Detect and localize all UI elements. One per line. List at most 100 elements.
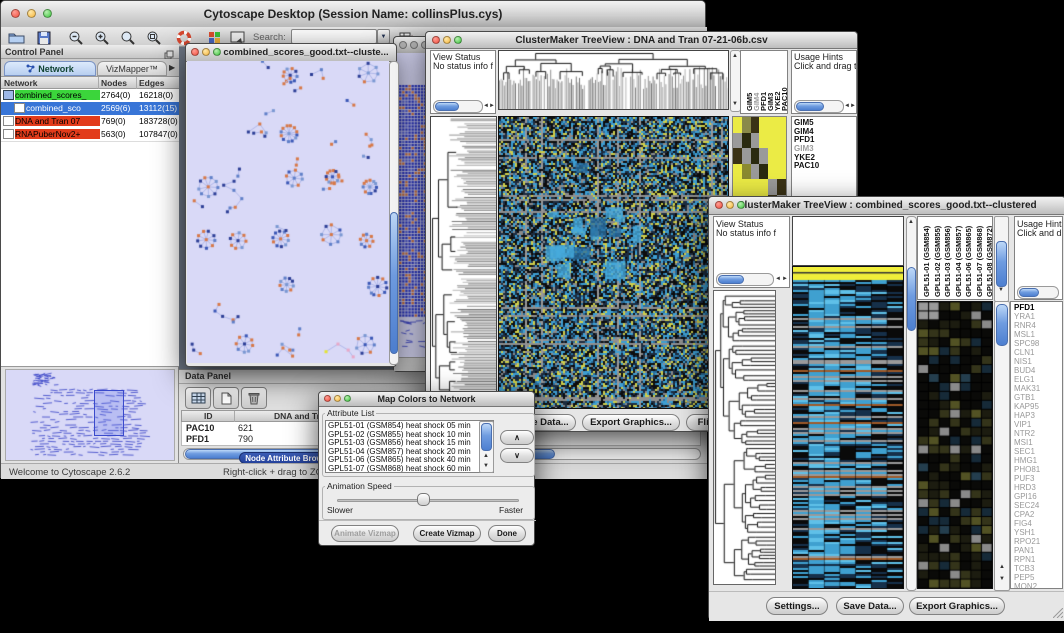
usage-hints-hscrollbar[interactable] bbox=[794, 100, 844, 113]
gene-label[interactable]: MAK31 bbox=[1014, 384, 1062, 393]
attribute-list-vscrollbar[interactable]: ▲ ▼ bbox=[479, 421, 494, 473]
column-label[interactable]: GPL51-08 (GSM872) bbox=[985, 226, 993, 297]
network-list-row[interactable]: combined_sco 2569(6) 13112(15) bbox=[1, 102, 179, 115]
attribute-list-item[interactable]: GPL51-02 (GSM855) heat shock 10 min bbox=[328, 431, 493, 440]
close-icon[interactable] bbox=[191, 48, 199, 56]
gene-label[interactable]: PUF3 bbox=[1014, 474, 1062, 483]
search-dropdown-icon[interactable]: ▼ bbox=[377, 29, 390, 44]
zoom-matrix-cell[interactable] bbox=[733, 117, 742, 133]
gene-label[interactable]: PFD1 bbox=[1014, 303, 1062, 312]
network1-view[interactable] bbox=[187, 61, 389, 363]
scroll-right-icon[interactable]: ► bbox=[489, 103, 495, 109]
gene-label[interactable]: NTR2 bbox=[1014, 429, 1062, 438]
gene-label[interactable]: SEC24 bbox=[1014, 501, 1062, 510]
gene-label[interactable]: RNR4 bbox=[1014, 321, 1062, 330]
heatmap-canvas[interactable] bbox=[793, 267, 903, 588]
gene-label[interactable]: KAP95 bbox=[1014, 402, 1062, 411]
gene-label[interactable]: SPC98 bbox=[1014, 339, 1062, 348]
zoom-matrix-cell[interactable] bbox=[777, 148, 786, 164]
close-icon[interactable] bbox=[432, 36, 440, 44]
scroll-up-icon[interactable]: ▲ bbox=[483, 453, 489, 459]
view-status-hscrollbar[interactable] bbox=[433, 100, 483, 113]
column-label[interactable]: GPL51-01 (GSM854) bbox=[922, 226, 931, 297]
heatmap-panel[interactable] bbox=[792, 266, 904, 589]
treeview-combined-titlebar[interactable]: ClusterMaker TreeView : combined_scores_… bbox=[709, 197, 1064, 215]
animate-vizmap-button[interactable]: Animate Vizmap bbox=[331, 525, 399, 542]
scroll-up-icon[interactable]: ▲ bbox=[908, 219, 914, 225]
tab-vizmapper[interactable]: VizMapper™ bbox=[97, 61, 167, 76]
scrollbar-thumb[interactable] bbox=[390, 212, 398, 354]
gene-label[interactable]: YRA1 bbox=[1014, 312, 1062, 321]
save-data-button[interactable]: Save Data... bbox=[836, 597, 904, 615]
overview-viewport-rect[interactable] bbox=[94, 390, 124, 436]
zoom-window-icon[interactable] bbox=[344, 395, 351, 402]
gene-label[interactable]: MON2 bbox=[1014, 582, 1062, 589]
zoom-in-icon[interactable] bbox=[93, 29, 111, 46]
attribute-list-item[interactable]: GPL51-03 (GSM856) heat shock 15 min bbox=[328, 439, 493, 448]
zoom-matrix-cell[interactable] bbox=[751, 148, 760, 164]
scrollbar-thumb[interactable] bbox=[996, 241, 1007, 287]
row-label[interactable]: PFD1 bbox=[794, 136, 856, 145]
network-list-empty-area[interactable] bbox=[1, 141, 179, 367]
new-attribute-button[interactable] bbox=[213, 387, 239, 409]
gene-label[interactable]: ELG1 bbox=[1014, 375, 1062, 384]
close-icon[interactable] bbox=[11, 9, 20, 18]
settings-button[interactable]: Settings... bbox=[766, 597, 828, 615]
column-label[interactable]: GPL51-02 (GSM855) bbox=[933, 226, 942, 297]
move-up-button[interactable]: ∧ bbox=[500, 430, 534, 445]
minimize-icon[interactable] bbox=[410, 41, 418, 49]
scrollbar-thumb[interactable] bbox=[718, 275, 744, 284]
gene-label[interactable]: CPA2 bbox=[1014, 510, 1062, 519]
gene-label[interactable]: YSH1 bbox=[1014, 528, 1062, 537]
usage-hints-hscrollbar[interactable] bbox=[1017, 286, 1059, 299]
tab-network[interactable]: Network bbox=[4, 61, 96, 76]
zoom-matrix-cell[interactable] bbox=[768, 117, 777, 133]
scroll-left-icon[interactable]: ◄ bbox=[775, 276, 781, 282]
close-icon[interactable] bbox=[324, 395, 331, 402]
network1-vscrollbar[interactable] bbox=[389, 61, 399, 365]
labels-vscrollbar[interactable]: ▼ bbox=[994, 216, 1009, 302]
network-list-row[interactable]: combined_scores_ 2764(0) 16218(0) bbox=[1, 89, 179, 102]
gene-label[interactable]: PAN1 bbox=[1014, 546, 1062, 555]
data-row-id[interactable]: PFD1 bbox=[186, 434, 209, 444]
row-label[interactable]: GIM5 bbox=[794, 119, 856, 128]
data-row-value[interactable]: 790 bbox=[238, 434, 253, 444]
column-label[interactable]: PAC10 bbox=[780, 87, 788, 111]
gene-label[interactable]: SEC1 bbox=[1014, 447, 1062, 456]
zoom-matrix-cell[interactable] bbox=[759, 133, 768, 149]
attribute-list-item[interactable]: GPL51-01 (GSM854) heat shock 05 min bbox=[328, 422, 493, 431]
minimize-icon[interactable] bbox=[27, 9, 36, 18]
minimize-icon[interactable] bbox=[726, 201, 734, 209]
gene-label[interactable]: GTB1 bbox=[1014, 393, 1062, 402]
data-row-value[interactable]: 621 bbox=[238, 423, 253, 433]
zoom-matrix-cell[interactable] bbox=[777, 164, 786, 180]
scroll-down-icon[interactable]: ▼ bbox=[998, 287, 1004, 293]
gene-label[interactable]: RPO21 bbox=[1014, 537, 1062, 546]
resize-grip-icon[interactable] bbox=[1053, 608, 1063, 618]
gene-label[interactable]: NIS1 bbox=[1014, 357, 1062, 366]
zoom-matrix-cell[interactable] bbox=[759, 164, 768, 180]
save-icon[interactable] bbox=[35, 29, 53, 46]
zoom-matrix-cell[interactable] bbox=[759, 148, 768, 164]
row-label[interactable]: PAC10 bbox=[794, 162, 856, 171]
zoom-matrix-cell[interactable] bbox=[742, 164, 751, 180]
zoom-window-icon[interactable] bbox=[43, 9, 52, 18]
network-table-header[interactable]: Network Nodes Edges bbox=[1, 77, 179, 89]
gene-label[interactable]: TCB3 bbox=[1014, 564, 1062, 573]
gene-label[interactable]: MSL1 bbox=[1014, 330, 1062, 339]
scrollbar-thumb[interactable] bbox=[435, 102, 459, 111]
attribute-list-item[interactable]: GPL51-07 (GSM868) heat shock 60 min bbox=[328, 465, 493, 474]
minimize-icon[interactable] bbox=[443, 36, 451, 44]
zoom-matrix-cell[interactable] bbox=[742, 148, 751, 164]
zoom-fit-icon[interactable] bbox=[145, 29, 163, 46]
zoom-selection-icon[interactable] bbox=[119, 29, 137, 46]
network1-titlebar[interactable]: combined_scores_good.txt--cluste... bbox=[186, 44, 396, 62]
scrollbar-thumb[interactable] bbox=[796, 102, 824, 111]
scrollbar-thumb[interactable] bbox=[1019, 288, 1039, 297]
column-label[interactable]: GPL51-04 (GSM857) bbox=[954, 226, 963, 297]
heatmap-panel[interactable] bbox=[498, 116, 729, 409]
zoom-matrix-cell[interactable] bbox=[759, 117, 768, 133]
gene-label[interactable]: HRD3 bbox=[1014, 483, 1062, 492]
zoom-matrix-cell[interactable] bbox=[742, 179, 751, 195]
row-dendrogram-panel[interactable] bbox=[430, 116, 497, 409]
